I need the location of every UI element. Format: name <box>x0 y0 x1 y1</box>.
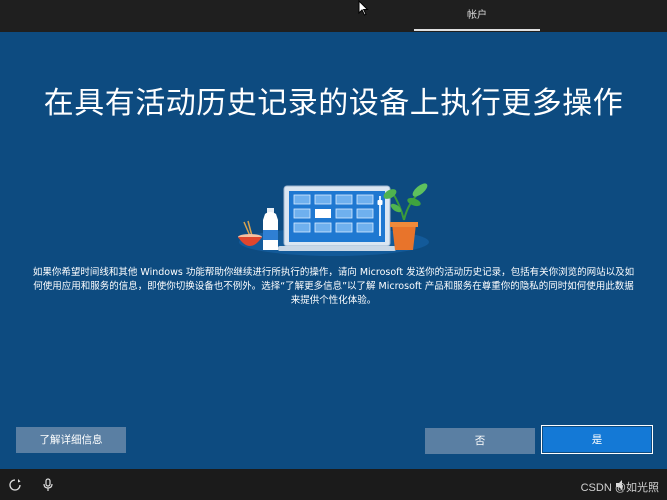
watermark: CSDN @如光照 <box>580 482 659 494</box>
mouse-cursor-icon <box>358 0 369 16</box>
ease-of-access-icon[interactable] <box>8 478 22 492</box>
tab-active-indicator <box>414 29 540 31</box>
bottom-bar: CSDN @如光照 <box>0 469 667 500</box>
top-bar: 帐户 <box>0 0 667 32</box>
tab-account-label: 帐户 <box>467 10 487 21</box>
activity-history-illustration <box>238 183 429 256</box>
tab-account[interactable]: 帐户 <box>414 0 540 32</box>
laptop-icon <box>278 185 396 251</box>
bottle-icon <box>263 208 278 250</box>
microphone-icon[interactable] <box>41 478 55 492</box>
yes-button[interactable]: 是 <box>541 425 653 454</box>
no-button[interactable]: 否 <box>425 428 535 454</box>
description-text: 如果你希望时间线和其他 Windows 功能帮助你继续进行所执行的操作，请向 M… <box>32 267 635 306</box>
page-title: 在具有活动历史记录的设备上执行更多操作 <box>43 86 624 121</box>
learn-more-button[interactable]: 了解详细信息 <box>16 427 126 453</box>
